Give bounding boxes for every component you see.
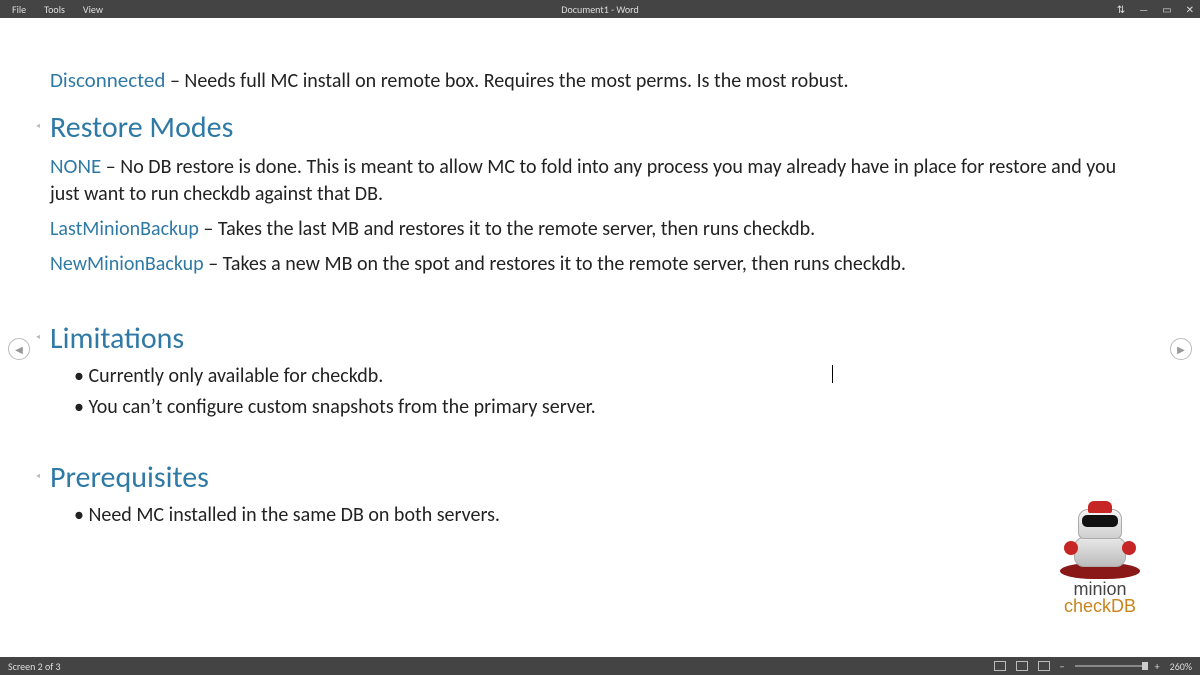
desc-disconnected: – Needs full MC install on remote box. R… xyxy=(165,69,848,93)
term-newminionbackup: NewMinionBackup xyxy=(50,252,204,276)
robot-icon xyxy=(1060,509,1140,579)
term-none: NONE xyxy=(50,153,101,179)
prev-page-button[interactable]: ◀ xyxy=(8,338,30,360)
desc-none: – No DB restore is done. This is meant t… xyxy=(50,155,1116,206)
menu-tools[interactable]: Tools xyxy=(44,3,65,16)
term-lastminionbackup: LastMinionBackup xyxy=(50,217,199,241)
document-viewport[interactable]: ◀ ▶ Disconnected – Needs full MC install… xyxy=(0,18,1200,657)
next-page-button[interactable]: ▶ xyxy=(1170,338,1192,360)
heading-limitations: Limitations xyxy=(50,320,1150,357)
list-item: Currently only available for checkdb. xyxy=(74,363,1150,390)
window-title: Document1 - Word xyxy=(561,3,638,16)
menu-file[interactable]: File xyxy=(12,3,26,16)
disconnected-line: Disconnected – Needs full MC install on … xyxy=(50,66,1150,95)
view-mode-read-icon[interactable] xyxy=(994,661,1006,671)
heading-restore-modes: Restore Modes xyxy=(50,109,1150,146)
document-page: Disconnected – Needs full MC install on … xyxy=(0,18,1200,553)
view-mode-web-icon[interactable] xyxy=(1038,661,1050,671)
title-bar: File Tools View Document1 - Word ⇅ — ▭ ✕ xyxy=(0,0,1200,18)
prerequisites-list: Need MC installed in the same DB on both… xyxy=(50,502,1150,529)
menu-view[interactable]: View xyxy=(83,3,103,16)
zoom-slider[interactable] xyxy=(1075,665,1145,667)
logo-product: checkDB xyxy=(1030,596,1170,617)
brand-logo: minion checkDB xyxy=(1030,509,1170,617)
list-item: You can’t configure custom snapshots fro… xyxy=(74,394,1150,421)
zoom-out-button[interactable]: − xyxy=(1060,660,1065,673)
heading-prerequisites: Prerequisites xyxy=(50,459,1150,496)
view-mode-print-icon[interactable] xyxy=(1016,661,1028,671)
share-icon[interactable]: ⇅ xyxy=(1117,3,1125,16)
text-cursor-icon xyxy=(832,365,833,383)
mode-new-line: NewMinionBackup – Takes a new MB on the … xyxy=(50,251,1150,278)
status-page-indicator[interactable]: Screen 2 of 3 xyxy=(8,660,61,673)
maximize-button[interactable]: ▭ xyxy=(1162,3,1171,16)
close-button[interactable]: ✕ xyxy=(1186,3,1194,16)
menu-bar: File Tools View xyxy=(0,3,103,16)
list-item: Need MC installed in the same DB on both… xyxy=(74,502,1150,529)
status-bar: Screen 2 of 3 − + 260% xyxy=(0,657,1200,675)
mode-none-line: NONE – No DB restore is done. This is me… xyxy=(50,152,1150,208)
desc-new: – Takes a new MB on the spot and restore… xyxy=(204,252,906,276)
zoom-slider-thumb[interactable] xyxy=(1142,662,1148,670)
minimize-button[interactable]: — xyxy=(1139,3,1148,16)
desc-last: – Takes the last MB and restores it to t… xyxy=(199,217,815,241)
zoom-level[interactable]: 260% xyxy=(1170,660,1192,673)
zoom-in-button[interactable]: + xyxy=(1155,660,1160,673)
logo-text: minion checkDB xyxy=(1030,579,1170,617)
limitations-list: Currently only available for checkdb. Yo… xyxy=(50,363,1150,421)
mode-last-line: LastMinionBackup – Takes the last MB and… xyxy=(50,216,1150,243)
window-controls: ⇅ — ▭ ✕ xyxy=(1117,0,1194,18)
term-disconnected: Disconnected xyxy=(50,67,165,93)
